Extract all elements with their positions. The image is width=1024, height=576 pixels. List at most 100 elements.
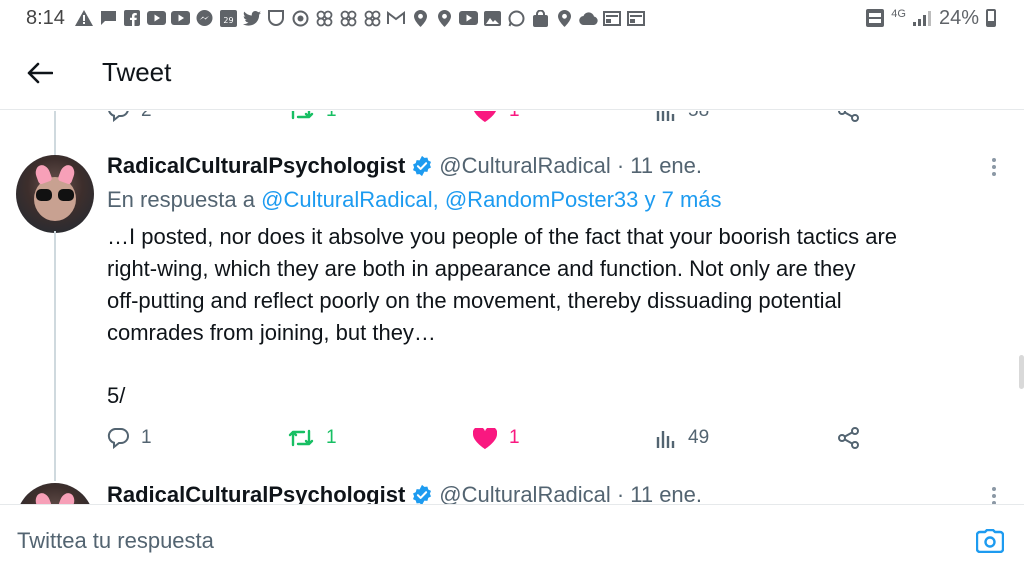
arrow-left-icon <box>27 62 53 83</box>
status-time: 8:14 <box>26 6 65 29</box>
camera-icon <box>976 528 1004 553</box>
display-name[interactable]: RadicalCulturalPsychologist <box>107 153 405 179</box>
whatsapp-icon <box>507 10 526 27</box>
tweet-text-line: comrades from joining, but they… <box>107 320 436 345</box>
volte-icon <box>865 9 884 27</box>
retweet-button[interactable]: 1 <box>288 111 337 122</box>
page-title: Tweet <box>102 57 172 87</box>
message-icon <box>99 10 118 27</box>
tweet-date: · 11 ene. <box>616 153 703 178</box>
shopping-bag-icon <box>531 9 550 27</box>
like-button[interactable]: 1 <box>473 427 520 449</box>
camera-button[interactable] <box>974 525 1006 557</box>
facebook-icon <box>123 10 142 27</box>
calendar-icon: 29 <box>219 9 238 27</box>
reply-button[interactable]: 1 <box>107 427 152 449</box>
reply-input[interactable] <box>17 515 947 566</box>
retweet-icon <box>291 111 314 120</box>
retweet-icon <box>288 429 314 447</box>
tweet-text-line: right-wing, which they are both in appea… <box>107 256 856 281</box>
system-status: 4G 24% <box>865 7 996 30</box>
shield-app-icon <box>267 10 286 27</box>
news-icon <box>627 10 646 27</box>
tweet-date: · 11 ene. <box>616 482 703 504</box>
notification-icons: 29 <box>75 9 646 27</box>
analytics-icon <box>656 431 675 448</box>
tweet-text: …I posted, nor does it absolve you peopl… <box>107 221 997 349</box>
gmail-icon <box>387 10 406 27</box>
like-count: 1 <box>509 427 520 448</box>
youtube-icon <box>458 10 478 27</box>
youtube-icon <box>170 10 190 27</box>
views-button[interactable]: 49 <box>656 427 709 449</box>
location-icon <box>555 9 574 27</box>
reply-icon <box>107 428 129 449</box>
status-bar: 8:14 29 4G 24% <box>0 0 1024 36</box>
tweet-header: RadicalCulturalPsychologist @CulturalRad… <box>107 482 702 504</box>
verified-badge-icon <box>413 155 432 177</box>
tweet-text-line: off-putting and reflect poorly on the mo… <box>107 288 842 313</box>
reply-prefix: En respuesta a <box>107 187 255 212</box>
battery-icon <box>986 9 996 27</box>
youtube-icon <box>146 10 166 27</box>
messenger-icon <box>195 9 214 27</box>
tweet-timeline[interactable]: 2 1 1 58 RadicalCulturalPsychologist <box>0 111 1024 504</box>
more-dot <box>992 487 996 491</box>
verified-badge-icon <box>413 484 432 504</box>
network-type: 4G <box>891 8 906 20</box>
gallery-icon <box>483 10 502 27</box>
retweet-button[interactable]: 1 <box>288 427 337 449</box>
retweet-count: 1 <box>326 111 337 122</box>
views-button[interactable]: 58 <box>656 111 709 122</box>
twitter-icon <box>243 10 262 27</box>
tweet-header: RadicalCulturalPsychologist @CulturalRad… <box>107 153 702 179</box>
reply-icon <box>108 111 129 122</box>
pinwheel-icon <box>363 10 382 27</box>
more-dot <box>992 158 996 162</box>
battery-percent: 24% <box>938 6 979 29</box>
avatar[interactable] <box>16 483 94 504</box>
display-name[interactable]: RadicalCulturalPsychologist <box>107 482 405 504</box>
heart-icon <box>474 111 496 122</box>
retweet-count: 1 <box>326 427 337 448</box>
avatar[interactable] <box>16 155 94 233</box>
share-button[interactable] <box>838 111 860 122</box>
share-button[interactable] <box>838 427 860 449</box>
reply-button[interactable]: 2 <box>107 111 152 122</box>
news-icon <box>603 10 622 27</box>
reply-count: 2 <box>141 111 152 122</box>
more-dot <box>992 172 996 176</box>
thread-number: 5/ <box>107 383 126 408</box>
user-handle[interactable]: @CulturalRadical <box>439 153 611 179</box>
back-button[interactable] <box>10 43 70 103</box>
like-count: 1 <box>509 111 520 122</box>
analytics-icon <box>656 111 675 121</box>
like-button[interactable]: 1 <box>473 111 520 122</box>
more-options-button[interactable] <box>986 155 1002 179</box>
sync-icon <box>291 10 310 27</box>
thread-connector <box>54 231 56 481</box>
user-handle[interactable]: @CulturalRadical <box>439 482 611 504</box>
location-icon <box>435 9 454 27</box>
tweet-text-line: …I posted, nor does it absolve you peopl… <box>107 224 898 249</box>
pinwheel-icon <box>339 10 358 27</box>
more-dot <box>992 165 996 169</box>
thread-connector <box>54 111 56 157</box>
scrollbar[interactable] <box>1019 355 1024 389</box>
share-icon <box>838 111 859 122</box>
reply-count: 1 <box>141 427 152 448</box>
views-count: 58 <box>688 111 709 122</box>
reply-mentions-link[interactable]: @CulturalRadical, @RandomPoster33 y 7 má… <box>261 187 721 212</box>
signal-icon <box>913 10 932 27</box>
share-icon <box>838 427 859 449</box>
warning-icon <box>75 10 94 27</box>
cloud-icon <box>579 10 598 27</box>
location-icon <box>411 9 430 27</box>
more-dot <box>992 494 996 498</box>
reply-composer <box>0 504 1024 576</box>
reply-context: En respuesta a @CulturalRadical, @Random… <box>107 187 722 213</box>
views-count: 49 <box>688 427 710 448</box>
app-header: Tweet <box>0 36 1024 110</box>
more-options-button[interactable] <box>986 484 1002 504</box>
heart-icon <box>473 427 497 449</box>
